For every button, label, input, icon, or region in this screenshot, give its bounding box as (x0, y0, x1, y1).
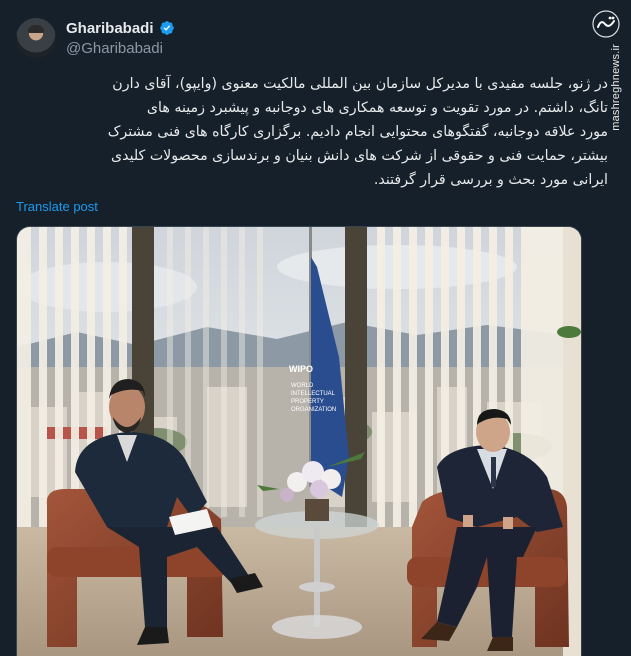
translate-post-link[interactable]: Translate post (16, 199, 98, 214)
author-display-name[interactable]: Gharibabadi (66, 20, 154, 37)
flag-line-wipo: WIPO (289, 364, 313, 374)
post-text-line: مورد علاقه دوجانبه، گفتگوهای محتوایی انج… (107, 124, 608, 140)
post-text-line: در ژنو، جلسه مفیدی با مدیرکل سازمان بین … (112, 76, 608, 92)
author-header: Gharibabadi @Gharibabadi (66, 18, 175, 57)
watermark-site: mashreghnews.ir (609, 44, 623, 154)
photo-scene: WIPO WORLD INTELLECTUAL PROPERTY ORGANIZ… (17, 227, 581, 656)
post-text-line: بیشتر، حمایت فنی و حقوقی از شرکت های دان… (111, 148, 608, 164)
flag-line: WORLD (291, 383, 314, 389)
flag-line: PROPERTY (291, 399, 324, 405)
post-photo[interactable]: WIPO WORLD INTELLECTUAL PROPERTY ORGANIZ… (16, 226, 582, 656)
post-text: در ژنو، جلسه مفیدی با مدیرکل سازمان بین … (16, 72, 608, 192)
author-avatar[interactable] (16, 18, 56, 58)
mashregh-logo-icon (592, 10, 620, 38)
post-text-line: تانگ، داشتم. در مورد تقویت و توسعه همکار… (146, 100, 608, 116)
author-handle[interactable]: @Gharibabadi (66, 40, 175, 57)
flag-line: ORGANIZATION (291, 407, 336, 413)
name-row: Gharibabadi (66, 18, 175, 38)
post: Gharibabadi @Gharibabadi mashreghnews.ir… (0, 0, 631, 656)
post-text-line: ایرانی مورد بحث و بررسی قرار گرفتند. (373, 172, 608, 188)
watermark-site-text: mashreghnews.ir (610, 44, 622, 131)
verified-badge-icon (159, 21, 174, 35)
flag-line: INTELLECTUAL (291, 391, 336, 397)
